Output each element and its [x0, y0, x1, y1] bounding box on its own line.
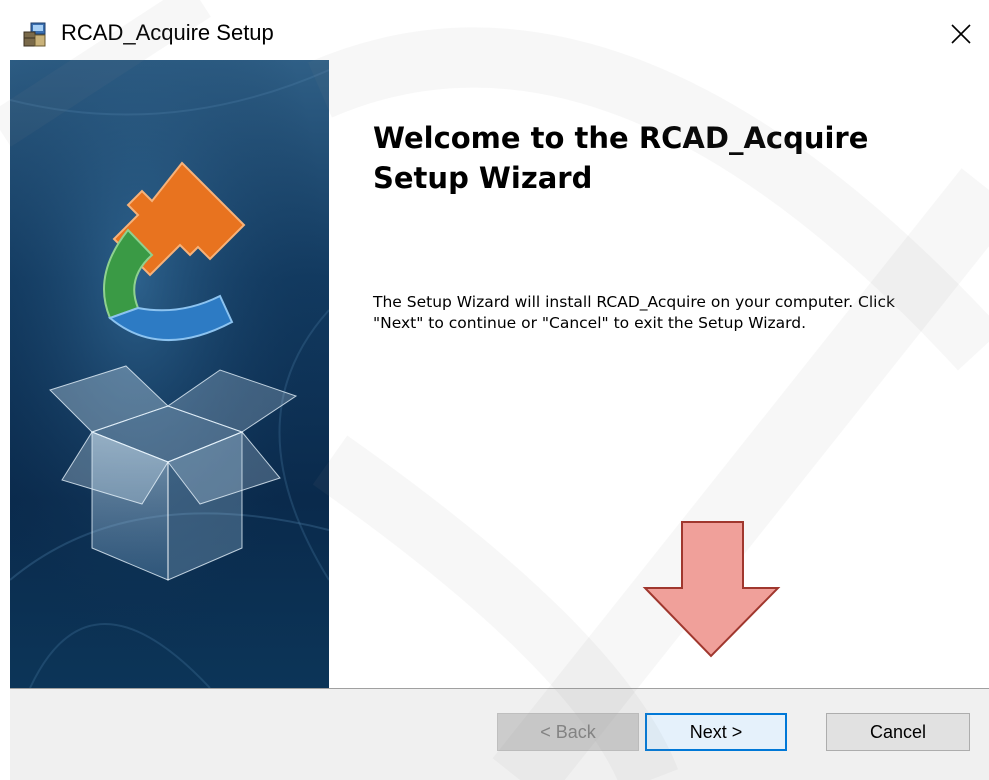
wizard-content: Welcome to the RCAD_Acquire Setup Wizard…	[329, 60, 989, 688]
welcome-description: The Setup Wizard will install RCAD_Acqui…	[373, 293, 895, 332]
cancel-button[interactable]: Cancel	[826, 713, 970, 751]
installer-icon	[22, 22, 48, 48]
title-bar[interactable]: RCAD_Acquire Setup	[0, 0, 989, 60]
close-button[interactable]	[933, 8, 989, 60]
wizard-side-graphic	[10, 60, 329, 688]
next-button[interactable]: Next >	[645, 713, 787, 751]
close-icon	[951, 24, 971, 44]
window-title: RCAD_Acquire Setup	[61, 20, 274, 45]
welcome-heading: Welcome to the RCAD_Acquire Setup Wizard	[373, 121, 869, 195]
back-button[interactable]: < Back	[497, 713, 639, 751]
setup-window: RCAD_Acquire Setup Welcome to the RCAD_A…	[0, 0, 989, 780]
